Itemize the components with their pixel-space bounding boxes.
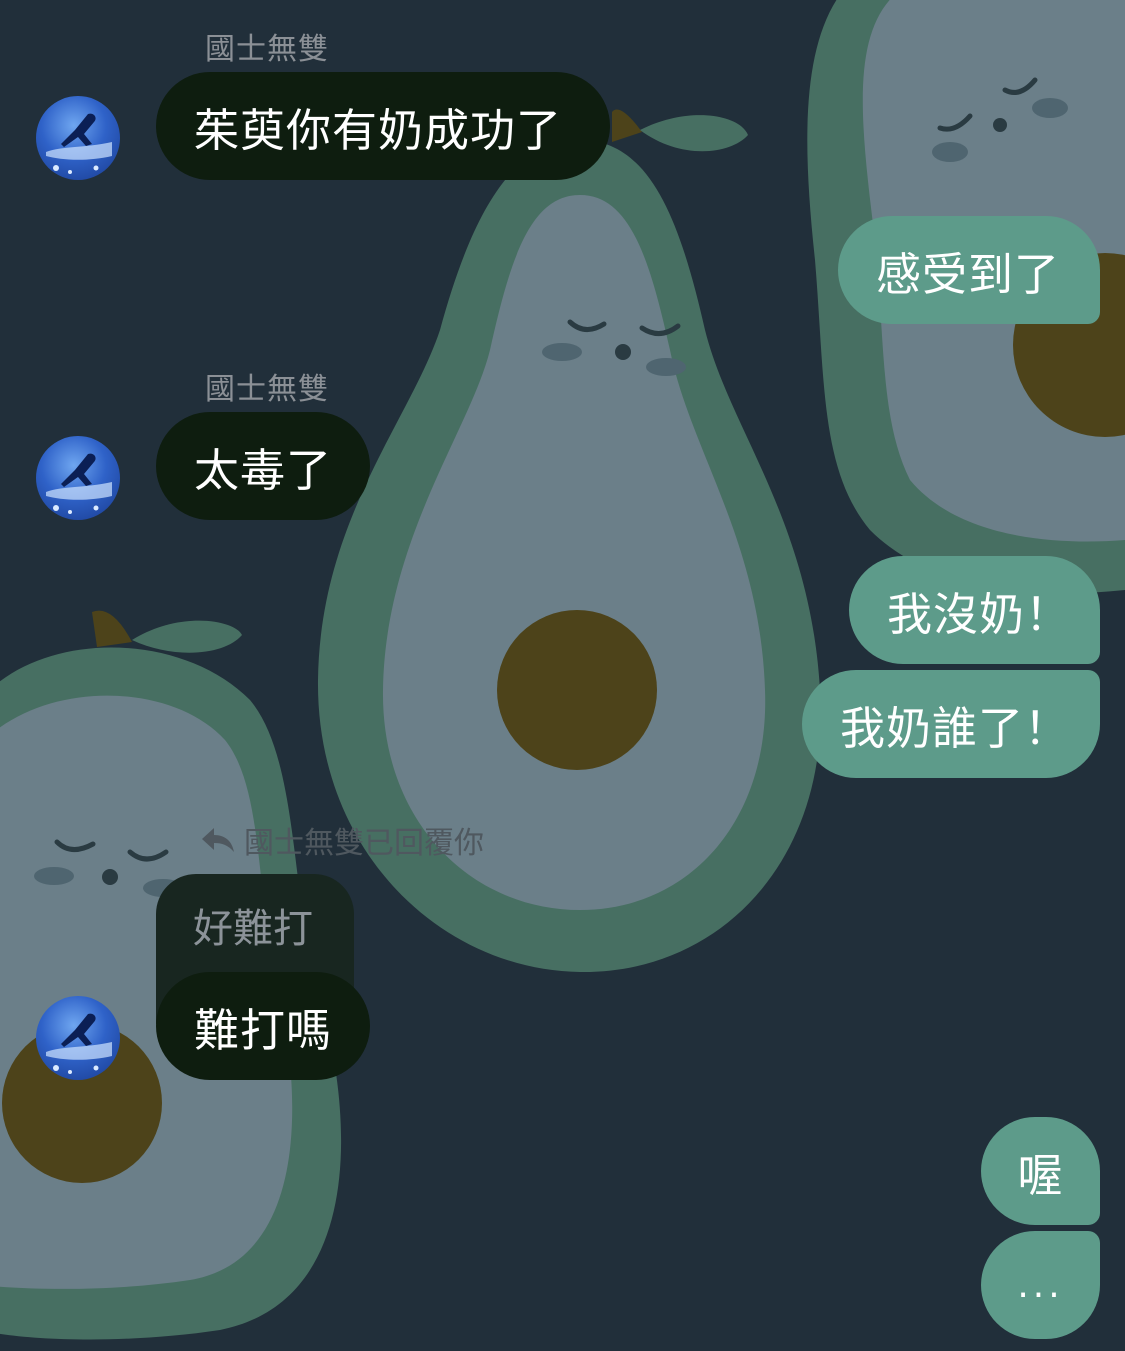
message-bubble[interactable]: 難打嗎 (156, 972, 370, 1080)
typing-indicator[interactable]: ... (981, 1231, 1100, 1339)
reply-arrow-icon (202, 828, 234, 852)
message-bubble[interactable]: 我沒奶！ (849, 556, 1100, 664)
sender-name: 國士無雙 (205, 372, 329, 407)
message-bubble[interactable]: 感受到了 (838, 216, 1100, 324)
message-bubble[interactable]: 茱萸你有奶成功了 (156, 72, 610, 180)
message-bubble[interactable]: 我奶誰了！ (802, 670, 1100, 778)
sender-name: 國士無雙 (205, 32, 329, 67)
avatar-icon[interactable] (36, 436, 120, 520)
quoted-text: 好難打 (193, 906, 313, 952)
avatar-icon[interactable] (36, 96, 120, 180)
message-bubble[interactable]: 喔 (981, 1117, 1100, 1225)
avatar-icon[interactable] (36, 996, 120, 1080)
reply-note-text: 國士無雙已回覆你 (244, 826, 484, 861)
message-bubble[interactable]: 太毒了 (156, 412, 370, 520)
reply-note: 國士無雙已回覆你 (200, 818, 484, 862)
